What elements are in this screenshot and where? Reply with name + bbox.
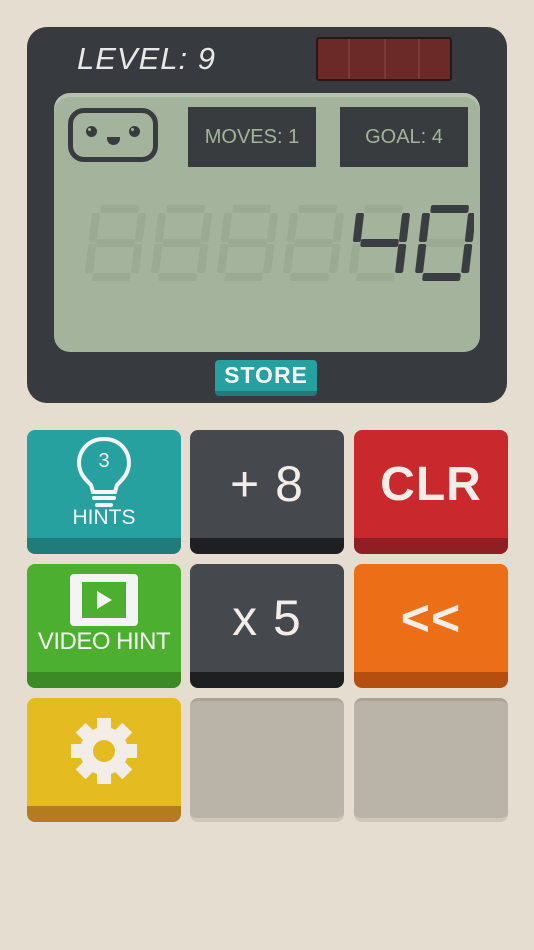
lcd-segment-off <box>220 213 232 242</box>
settings-button[interactable] <box>27 698 181 822</box>
lcd-segment-off <box>162 239 201 247</box>
lcd-segment-off <box>286 213 298 242</box>
lcd-segment-on <box>461 244 473 273</box>
lcd-segment-off <box>228 239 267 247</box>
lcd-segment-off <box>329 244 341 273</box>
lcd-segment-off <box>151 244 163 273</box>
lcd-segment-off <box>100 205 139 213</box>
video-hint-button[interactable]: VIDEO HINT <box>27 564 181 688</box>
multiply-button[interactable]: x 5 <box>190 564 344 688</box>
lcd-segment-on <box>352 213 364 242</box>
lcd-segment-on <box>395 244 407 273</box>
robot-face-icon <box>68 108 158 162</box>
video-hint-label: VIDEO HINT <box>37 628 171 655</box>
lcd-segment-off <box>290 273 329 281</box>
lcd-digit-display <box>85 205 474 281</box>
lcd-screen: MOVES: 1 GOAL: 4 <box>54 93 480 352</box>
lcd-segment-on <box>418 213 430 242</box>
store-button[interactable]: STORE <box>215 360 317 396</box>
lcd-segment-off <box>364 205 403 213</box>
lcd-segment-off <box>332 213 344 242</box>
clear-label: CLR <box>380 457 482 511</box>
lcd-segment-off <box>96 239 135 247</box>
lcd-segment-on <box>422 273 461 281</box>
lcd-segment-off <box>217 244 229 273</box>
add-button[interactable]: + 8 <box>190 430 344 554</box>
hints-button[interactable]: 3 HINTS <box>27 430 181 554</box>
lcd-segment-off <box>197 244 209 273</box>
multiply-label: x 5 <box>232 590 302 646</box>
empty-slot-2 <box>354 698 508 822</box>
lcd-segment-off <box>166 205 205 213</box>
lcd-segment-off <box>134 213 146 242</box>
hints-label: HINTS <box>72 506 136 529</box>
lcd-segment-on <box>430 205 469 213</box>
empty-slot-1 <box>190 698 344 822</box>
lcd-segment-on <box>398 213 410 242</box>
play-icon <box>70 574 138 626</box>
hints-count: 3 <box>98 450 110 472</box>
backspace-button[interactable]: << <box>354 564 508 688</box>
gear-icon <box>71 718 137 784</box>
goal-display: GOAL: 4 <box>340 107 468 167</box>
clear-button[interactable]: CLR <box>354 430 508 554</box>
backspace-label: << <box>400 590 462 646</box>
lcd-segment-on <box>415 244 427 273</box>
lightbulb-icon <box>76 436 132 507</box>
lcd-segment-off <box>200 213 212 242</box>
lcd-segment-off <box>349 244 361 273</box>
solar-panel <box>316 37 452 81</box>
lcd-segment-off <box>92 273 131 281</box>
lcd-segment-off <box>298 205 337 213</box>
lcd-segment-off <box>88 213 100 242</box>
lcd-segment-off <box>263 244 275 273</box>
lcd-segment-off <box>294 239 333 247</box>
lcd-segment-on <box>360 239 399 247</box>
lcd-segment-off <box>266 213 278 242</box>
lcd-segment-off <box>426 239 465 247</box>
lcd-segment-off <box>154 213 166 242</box>
lcd-segment-off <box>232 205 271 213</box>
lcd-segment-off <box>224 273 263 281</box>
lcd-segment-off <box>158 273 197 281</box>
level-label: LEVEL: 9 <box>77 41 216 76</box>
add-label: + 8 <box>230 456 304 512</box>
moves-counter: MOVES: 1 <box>188 107 316 167</box>
calculator-device: LEVEL: 9 MOVES: 1 GOAL: 4 STORE <box>27 27 507 403</box>
lcd-segment-off <box>356 273 395 281</box>
lcd-segment-off <box>283 244 295 273</box>
lcd-segment-off <box>131 244 143 273</box>
lcd-segment-off <box>85 244 97 273</box>
lcd-segment-on <box>464 213 474 242</box>
